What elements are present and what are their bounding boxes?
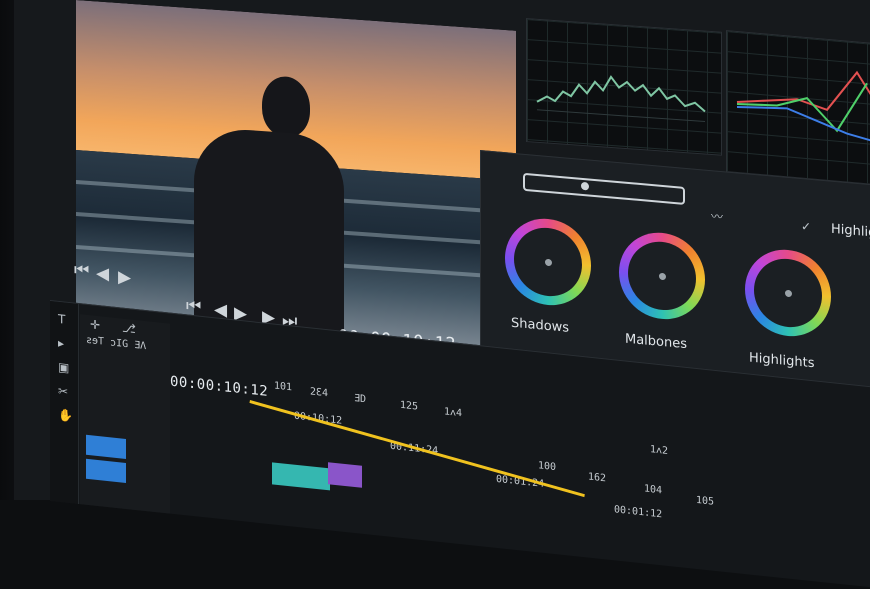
highlights-label: Highlights [749, 350, 815, 372]
tool-palette: T ▸ ▣ ✂ ✋ [50, 301, 79, 505]
track-toggle[interactable] [86, 434, 126, 459]
highlights-wheel[interactable] [745, 246, 831, 340]
hand-tool-icon[interactable]: ✋ [58, 408, 73, 424]
midtones-wheel[interactable] [619, 229, 705, 323]
arrow-icon[interactable]: ✛ [90, 317, 100, 332]
timeline-timecode: 00:00:10:12 [170, 373, 269, 400]
track-headers: ƨɘT ɔIG ƎΛ ✛ ⎇ [80, 314, 170, 514]
skip-back-icon[interactable]: ⏮ [74, 260, 89, 281]
slider-knob[interactable] [581, 181, 589, 191]
curves-icon[interactable]: 〰 [711, 207, 723, 225]
play-icon[interactable]: ▶ [118, 267, 131, 288]
wheel-handle[interactable] [785, 289, 792, 298]
step-back-icon[interactable]: ◀ [96, 264, 109, 285]
wheel-handle[interactable] [545, 258, 552, 267]
ruler-mark: 2Ɛ4 [310, 386, 329, 400]
waveform-trace [536, 75, 706, 123]
shadows-label: Shadows [511, 315, 570, 336]
timeline-clip[interactable] [272, 462, 330, 491]
editor-screen: ⏮ ◀ ▶ ⏮ ◀ ▶ ▶ ⏭ 00:00:10:12 〰 ✓ Highligh… [14, 0, 870, 589]
ruler-mark: 1ᴧ4 [444, 406, 463, 420]
row-number: 104 [644, 483, 663, 497]
ruler-mark: 101 [274, 380, 293, 394]
timeline-clip[interactable] [328, 462, 362, 488]
text-tool-icon[interactable]: T [58, 312, 65, 327]
parade-scope [726, 30, 870, 186]
ruler-mark: 1ᴧ2 [650, 444, 669, 457]
row-number: 162 [588, 471, 607, 485]
razor-tool-icon[interactable]: ✂ [58, 384, 68, 399]
row-number: 100 [538, 460, 557, 474]
ruler-mark: 125 [400, 399, 419, 413]
waveform-scope [526, 18, 722, 156]
ruler-mark: ƎD [354, 392, 367, 406]
wheel-handle[interactable] [659, 272, 666, 281]
midtones-label: Malbones [625, 331, 688, 353]
track-header-label: ƨɘT ɔIG ƎΛ [86, 334, 147, 353]
track-toggle[interactable] [86, 458, 126, 483]
panel-header-label: Highlights [831, 221, 870, 243]
trim-tool-icon[interactable]: ▣ [58, 360, 69, 375]
select-tool-icon[interactable]: ▸ [58, 336, 64, 351]
link-icon[interactable]: ⎇ [122, 321, 136, 336]
top-slider[interactable] [523, 172, 685, 205]
clip-timecode: 00:01:12 [614, 504, 663, 521]
parade-trace [736, 70, 870, 144]
check-icon[interactable]: ✓ [801, 219, 811, 234]
shadows-wheel[interactable] [505, 215, 591, 309]
row-number: 105 [696, 494, 715, 508]
